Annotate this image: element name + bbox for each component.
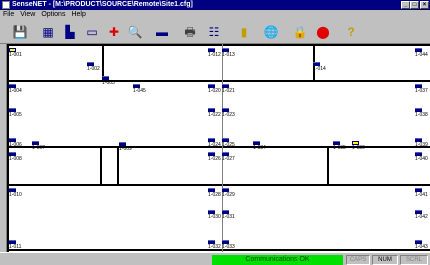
sensor-node[interactable]: 1-024 — [208, 138, 222, 148]
stop-icon: ⬤ — [316, 25, 330, 39]
close-button[interactable]: × — [420, 1, 429, 9]
sensor-node[interactable]: 1-005 — [9, 108, 23, 118]
globe-icon: 🌐 — [263, 25, 279, 39]
sensor-node[interactable]: 1-025 — [222, 138, 236, 148]
network-link — [222, 44, 223, 252]
minimize-button[interactable]: _ — [401, 1, 410, 9]
sensor-node[interactable]: 1-023 — [222, 108, 236, 118]
maximize-button[interactable]: □ — [410, 1, 419, 9]
save-icon: 💾 — [12, 25, 28, 39]
save-button[interactable]: 💾 — [11, 23, 29, 41]
grid-icon: ▦ — [42, 25, 54, 39]
sensor-node[interactable]: 1-021 — [222, 84, 236, 94]
panel-button[interactable]: ▬ — [153, 23, 171, 41]
lock-button[interactable]: 🔒 — [291, 23, 309, 41]
printer-icon: 🖶 — [184, 25, 196, 39]
menu-view[interactable]: View — [17, 10, 38, 20]
sensor-node[interactable]: 1-033 — [222, 240, 236, 250]
sensor-node[interactable]: 1-043 — [415, 240, 429, 250]
screen-button[interactable]: ▭ — [83, 23, 101, 41]
sensor-node[interactable]: 1-001 — [9, 48, 23, 58]
sensor-node[interactable]: 1-011 — [9, 240, 23, 250]
app-icon — [2, 1, 10, 9]
network-map-canvas[interactable]: 1-001 1-002 1-003 1-004 1-005 1-006 1-00… — [6, 44, 430, 252]
globe-button[interactable]: 🌐 — [262, 23, 280, 41]
network-link — [100, 146, 102, 184]
print-button[interactable]: 🖶 — [181, 23, 199, 41]
tree-icon: ☷ — [208, 25, 220, 39]
network-rail — [7, 44, 430, 46]
device-icon: ▮ — [240, 25, 248, 39]
panel-icon: ▬ — [156, 25, 168, 39]
menu-options[interactable]: Options — [38, 10, 68, 20]
network-link — [7, 44, 9, 252]
network-rail — [7, 184, 430, 186]
sensor-node[interactable]: 1-026 — [208, 152, 222, 162]
sensor-node[interactable]: 1-036 — [352, 141, 366, 151]
sensor-node[interactable]: 1-041 — [415, 188, 429, 198]
num-indicator: NUM — [372, 255, 398, 265]
help-icon: ? — [347, 25, 355, 39]
menu-bar: File View Options Help — [0, 10, 430, 20]
title-bar: SenseNET - [M:\PRODUCT\SOURCE\Remote\Sit… — [0, 0, 430, 10]
add-button[interactable]: ✚ — [105, 23, 123, 41]
sensor-node[interactable]: 1-007 — [32, 141, 46, 151]
sensor-node[interactable]: 1-031 — [222, 210, 236, 220]
sensor-node[interactable]: 1-004 — [9, 84, 23, 94]
stop-button[interactable]: ⬤ — [314, 23, 332, 41]
sensor-node[interactable]: 1-009 — [119, 142, 133, 152]
sensor-node[interactable]: 1-027 — [222, 152, 236, 162]
sensor-node[interactable]: 1-022 — [208, 108, 222, 118]
window-title: SenseNET - [M:\PRODUCT\SOURCE\Remote\Sit… — [12, 1, 193, 8]
sensor-node[interactable]: 1-014 — [313, 62, 327, 72]
sensor-node[interactable]: 1-038 — [415, 108, 429, 118]
chart-button[interactable]: ▙ — [61, 23, 79, 41]
sensor-node[interactable]: 1-035 — [333, 141, 347, 151]
tree-button[interactable]: ☷ — [205, 23, 223, 41]
scroll-lock-indicator: SCRL — [400, 255, 428, 265]
sensor-node[interactable]: 1-034 — [253, 141, 267, 151]
sensor-node[interactable]: 1-029 — [222, 188, 236, 198]
lock-icon: 🔒 — [292, 25, 308, 39]
sensor-node[interactable]: 1-028 — [208, 188, 222, 198]
toolbar: 💾 ▦ ▙ ▭ ✚ 🔍 ▬ 🖶 ☷ ▮ 🌐 🔒 ⬤ ? — [0, 20, 430, 44]
menu-help[interactable]: Help — [68, 10, 88, 20]
sensor-node[interactable]: 1-030 — [208, 210, 222, 220]
grid-button[interactable]: ▦ — [39, 23, 57, 41]
sensor-node[interactable]: 1-040 — [415, 152, 429, 162]
sensor-node[interactable]: 1-003 — [102, 76, 116, 86]
help-button[interactable]: ? — [342, 23, 360, 41]
sensor-node[interactable]: 1-044 — [415, 48, 429, 58]
comms-status: Communications OK — [212, 255, 343, 265]
sensor-node[interactable]: 1-045 — [133, 84, 147, 94]
chart-icon: ▙ — [65, 25, 75, 39]
sensor-node[interactable]: 1-006 — [9, 138, 23, 148]
sensor-node[interactable]: 1-032 — [208, 240, 222, 250]
sensor-node[interactable]: 1-008 — [9, 152, 23, 162]
zoom-icon: 🔍 — [127, 25, 143, 39]
status-bar: Communications OK CAPS NUM SCRL — [0, 252, 430, 265]
screen-icon: ▭ — [86, 25, 98, 39]
sensor-node[interactable]: 1-013 — [222, 48, 236, 58]
caps-indicator: CAPS — [346, 255, 370, 265]
device-button[interactable]: ▮ — [235, 23, 253, 41]
sensor-node[interactable]: 1-002 — [87, 62, 101, 72]
sensor-node[interactable]: 1-010 — [9, 188, 23, 198]
network-rail — [7, 80, 430, 82]
sensor-node[interactable]: 1-037 — [415, 84, 429, 94]
network-link — [327, 146, 329, 184]
sensor-node[interactable]: 1-042 — [415, 210, 429, 220]
sensor-node[interactable]: 1-012 — [208, 48, 222, 58]
sensor-node[interactable]: 1-039 — [415, 138, 429, 148]
zoom-button[interactable]: 🔍 — [126, 23, 144, 41]
add-icon: ✚ — [108, 25, 120, 39]
sensor-node[interactable]: 1-020 — [208, 84, 222, 94]
menu-file[interactable]: File — [0, 10, 17, 20]
